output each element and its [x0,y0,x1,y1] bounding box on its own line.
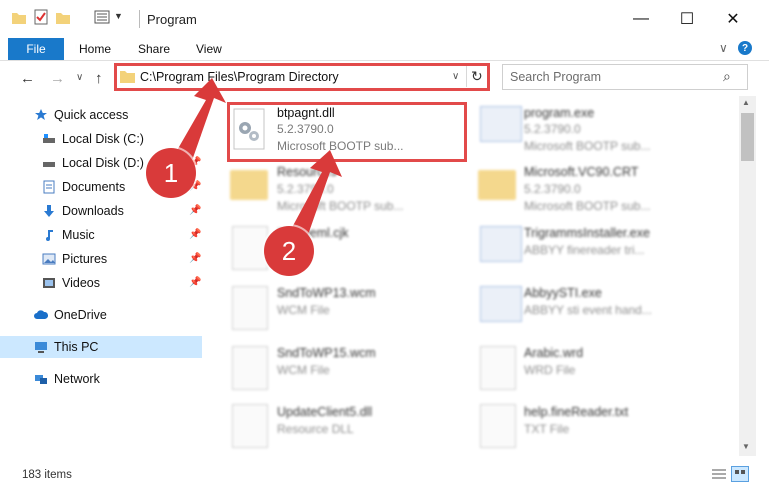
item-count: 183 items [22,469,72,481]
large-icons-view-icon[interactable] [731,466,749,482]
callout-2: 2 [264,226,314,276]
details-view-icon[interactable] [711,468,727,482]
callout-1: 1 [146,148,196,198]
annotation-arrows [168,78,342,252]
